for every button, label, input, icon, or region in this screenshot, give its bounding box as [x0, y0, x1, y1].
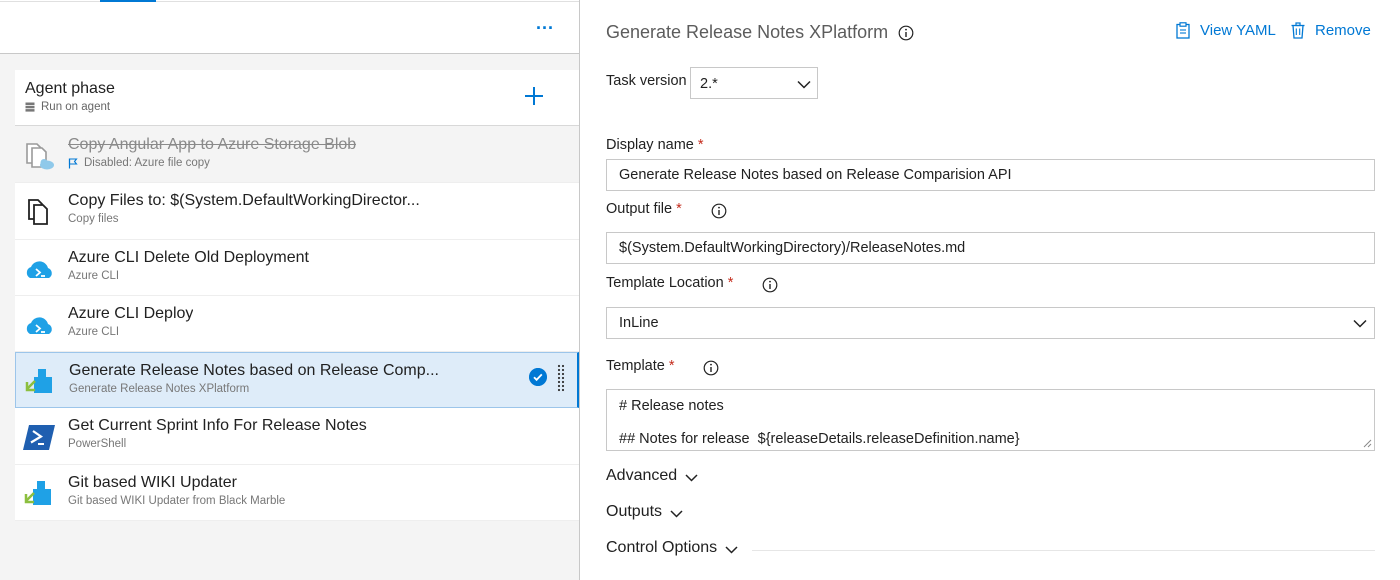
task-name: Git based WIKI Updater — [68, 473, 237, 491]
template-textarea[interactable]: # Release notes ## Notes for release ${r… — [606, 389, 1375, 451]
info-icon[interactable] — [711, 203, 727, 219]
divider — [752, 550, 1375, 551]
info-icon[interactable] — [762, 277, 778, 293]
info-icon[interactable] — [898, 25, 914, 41]
chevron-down-icon — [725, 546, 738, 554]
template-line: # Release notes — [619, 398, 724, 414]
chevron-down-icon — [797, 80, 811, 89]
chevron-down-icon — [685, 474, 698, 482]
task-details-title: Generate Release Notes XPlatform — [606, 22, 889, 42]
task-subtitle: Azure CLI — [68, 325, 120, 338]
azure-file-copy-icon — [26, 143, 54, 170]
task-subtitle: Generate Release Notes XPlatform — [69, 383, 250, 396]
more-actions-button[interactable]: ... — [532, 14, 558, 38]
resize-handle-icon[interactable] — [1363, 439, 1372, 448]
clipboard-icon — [1176, 22, 1190, 39]
display-name-field[interactable]: Generate Release Notes based on Release … — [606, 159, 1375, 191]
required-marker: * — [697, 137, 704, 153]
drag-handle-icon[interactable] — [557, 364, 565, 392]
task-subtitle: Git based WIKI Updater from Black Marble — [68, 494, 286, 507]
task-name: Copy Files to: $(System.DefaultWorkingDi… — [68, 192, 420, 210]
task-subtitle: Disabled: Azure file copy — [68, 157, 210, 169]
active-tab-indicator — [100, 0, 156, 2]
task-name: Azure CLI Delete Old Deployment — [68, 248, 309, 266]
output-file-field[interactable]: $(System.DefaultWorkingDirectory)/Releas… — [606, 232, 1375, 264]
task-list: Copy Angular App to Azure Storage Blob D… — [15, 127, 579, 522]
output-file-value: $(System.DefaultWorkingDirectory)/Releas… — [619, 240, 966, 256]
agent-phase-title: Agent phase — [25, 80, 115, 97]
azure-cli-icon — [26, 261, 52, 278]
server-icon — [25, 102, 35, 112]
required-marker: * — [676, 201, 682, 217]
template-location-value: InLine — [619, 315, 659, 331]
task-item-get-sprint-info[interactable]: Get Current Sprint Info For Release Note… — [15, 408, 579, 465]
template-location-label: Template Location * — [606, 275, 734, 291]
task-item-copy-files[interactable]: Copy Files to: $(System.DefaultWorkingDi… — [15, 183, 579, 240]
template-label: Template * — [606, 358, 675, 374]
task-version-label: Task version — [606, 73, 687, 89]
task-item-copy-angular-app[interactable]: Copy Angular App to Azure Storage Blob D… — [15, 127, 579, 184]
chevron-down-icon — [670, 510, 683, 518]
extension-task-icon — [24, 480, 51, 505]
trash-icon — [1291, 22, 1305, 39]
task-item-azure-cli-delete[interactable]: Azure CLI Delete Old Deployment Azure CL… — [15, 239, 579, 296]
chevron-down-icon — [1353, 319, 1367, 328]
required-marker: * — [668, 358, 675, 374]
agent-phase-subtitle: Run on agent — [25, 101, 110, 113]
template-location-select[interactable]: InLine — [606, 307, 1375, 339]
task-subtitle: PowerShell — [68, 438, 127, 451]
task-list-pane: ... Agent phase Run on agent Copy Angula… — [0, 0, 580, 580]
powershell-icon — [23, 425, 55, 451]
selected-check-icon — [529, 368, 547, 387]
task-item-generate-release-notes[interactable]: Generate Release Notes based on Release … — [15, 352, 579, 409]
info-icon[interactable] — [703, 360, 719, 376]
flag-icon — [68, 157, 78, 168]
task-item-git-wiki-updater[interactable]: Git based WIKI Updater Git based WIKI Up… — [15, 464, 579, 522]
divider — [0, 1, 579, 2]
template-line: ## Notes for release ${releaseDetails.re… — [619, 431, 1020, 447]
task-version-select[interactable]: 2.* — [690, 67, 818, 99]
azure-cli-icon — [26, 317, 52, 334]
task-subtitle: Azure CLI — [68, 269, 120, 282]
view-yaml-button[interactable]: View YAML — [1175, 22, 1276, 39]
required-marker: * — [727, 275, 734, 291]
task-subtitle: Copy files — [68, 213, 119, 226]
remove-button[interactable]: Remove — [1290, 22, 1371, 39]
section-advanced[interactable]: Advanced — [606, 467, 698, 485]
task-details-pane: Generate Release Notes XPlatform View YA… — [580, 0, 1400, 580]
task-list-toolbar: ... — [0, 0, 579, 54]
task-name: Copy Angular App to Azure Storage Blob — [68, 136, 357, 153]
task-name: Get Current Sprint Info For Release Note… — [68, 417, 367, 435]
task-version-value: 2.* — [700, 76, 718, 92]
add-task-icon[interactable] — [522, 84, 546, 108]
agent-phase-header[interactable]: Agent phase Run on agent — [15, 70, 579, 126]
display-name-label: Display name * — [606, 137, 704, 153]
section-control-options[interactable]: Control Options — [606, 539, 738, 557]
task-item-azure-cli-deploy[interactable]: Azure CLI Deploy Azure CLI — [15, 295, 579, 353]
extension-task-icon — [25, 369, 52, 394]
display-name-value: Generate Release Notes based on Release … — [619, 167, 1012, 183]
output-file-label: Output file * — [606, 201, 682, 217]
section-outputs[interactable]: Outputs — [606, 503, 683, 521]
copy-files-icon — [28, 199, 48, 226]
task-name: Generate Release Notes based on Release … — [69, 362, 439, 380]
task-name: Azure CLI Deploy — [68, 304, 194, 322]
